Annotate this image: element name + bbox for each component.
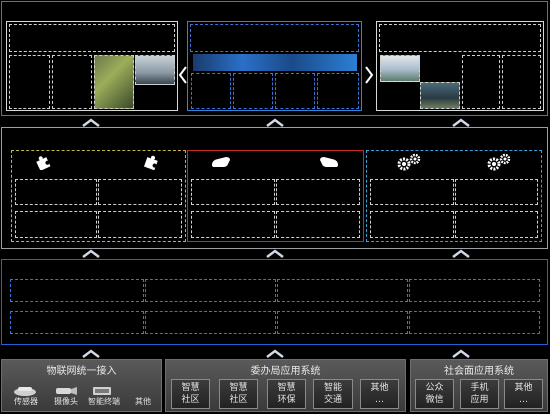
flow-up-chevron-icon (264, 348, 286, 358)
flow-up-chevron-icon (450, 348, 472, 358)
top-center-cell (191, 73, 231, 109)
device-label-smart-terminal: 智能终端 (88, 397, 120, 406)
office-tile-smart-environment[interactable]: 智慧 环保 (267, 379, 306, 409)
flow-up-chevron-icon (80, 248, 102, 258)
data-row-cell (145, 279, 276, 302)
middle-cyan-cell (455, 179, 538, 205)
top-panel-center-header (190, 24, 359, 52)
carousel-next-button[interactable] (364, 64, 374, 86)
data-row-cell (10, 311, 144, 334)
top-right-photo-thumbnail[interactable] (420, 82, 460, 109)
middle-cyan-cell (455, 211, 538, 238)
flow-up-chevron-icon (264, 117, 286, 127)
social-systems-title: 社会面应用系统 (444, 366, 514, 377)
top-left-cell (9, 55, 50, 109)
puzzle-icon (34, 154, 52, 170)
top-right-cell (462, 55, 500, 109)
cloud-hand-icon (210, 155, 232, 169)
top-right-photo-thumbnail[interactable] (380, 55, 420, 82)
top-panel-left-header (9, 24, 175, 52)
office-systems-title: 委办局应用系统 (250, 366, 321, 377)
top-right-cell (502, 55, 541, 109)
flow-up-chevron-icon (80, 117, 102, 127)
social-tile-public-wechat[interactable]: 公众 微信 (415, 379, 454, 409)
puzzle-icon (143, 154, 161, 170)
gears-icon (396, 153, 422, 171)
office-tile-other[interactable]: 其他 … (360, 379, 399, 409)
data-row-cell (145, 311, 276, 334)
device-label-camera: 摄像头 (54, 397, 78, 406)
data-row-cell (10, 279, 144, 302)
smart-terminal-icon (90, 382, 114, 395)
top-center-cell (275, 73, 315, 109)
sensor-icon (13, 382, 37, 396)
data-row-cell (277, 311, 408, 334)
top-left-cell (52, 55, 92, 109)
flow-up-chevron-icon (450, 117, 472, 127)
middle-yellow-cell (98, 211, 182, 238)
top-center-cell (233, 73, 273, 109)
flow-up-chevron-icon (264, 248, 286, 258)
flow-up-chevron-icon (450, 248, 472, 258)
data-row-cell (409, 311, 540, 334)
social-tile-mobile-app[interactable]: 手机 应用 (460, 379, 499, 409)
data-row-cell (409, 279, 540, 302)
middle-red-cell (276, 179, 360, 205)
middle-red-cell (191, 179, 275, 205)
office-tile-smart-traffic[interactable]: 智能 交通 (313, 379, 353, 409)
middle-cyan-cell (370, 179, 454, 205)
iot-access-title: 物联网统一接入 (46, 366, 117, 377)
top-left-video-thumbnail[interactable] (135, 55, 175, 85)
device-label-other: 其他 (135, 397, 151, 406)
middle-yellow-cell (15, 211, 97, 238)
top-left-video-thumbnail[interactable] (94, 55, 134, 109)
social-tile-other[interactable]: 其他 … (504, 379, 543, 409)
office-tile-smart-community[interactable]: 智慧 社区 (219, 379, 258, 409)
chevron-right-icon (365, 66, 374, 84)
top-panel-right-header (379, 24, 541, 52)
video-wall-screen[interactable] (193, 54, 357, 71)
middle-red-cell (276, 211, 360, 238)
data-row-cell (277, 279, 408, 302)
flow-up-chevron-icon (80, 348, 102, 358)
office-tile-smart-community[interactable]: 智慧 社区 (171, 379, 210, 409)
device-label-sensor: 传感器 (14, 397, 38, 406)
middle-cyan-cell (370, 211, 454, 238)
camera-icon (54, 382, 78, 395)
cloud-hand-icon (318, 155, 340, 169)
middle-yellow-cell (15, 179, 97, 205)
top-center-cell (317, 73, 359, 109)
middle-red-cell (191, 211, 275, 238)
gears-icon (486, 153, 512, 171)
middle-yellow-cell (98, 179, 182, 205)
